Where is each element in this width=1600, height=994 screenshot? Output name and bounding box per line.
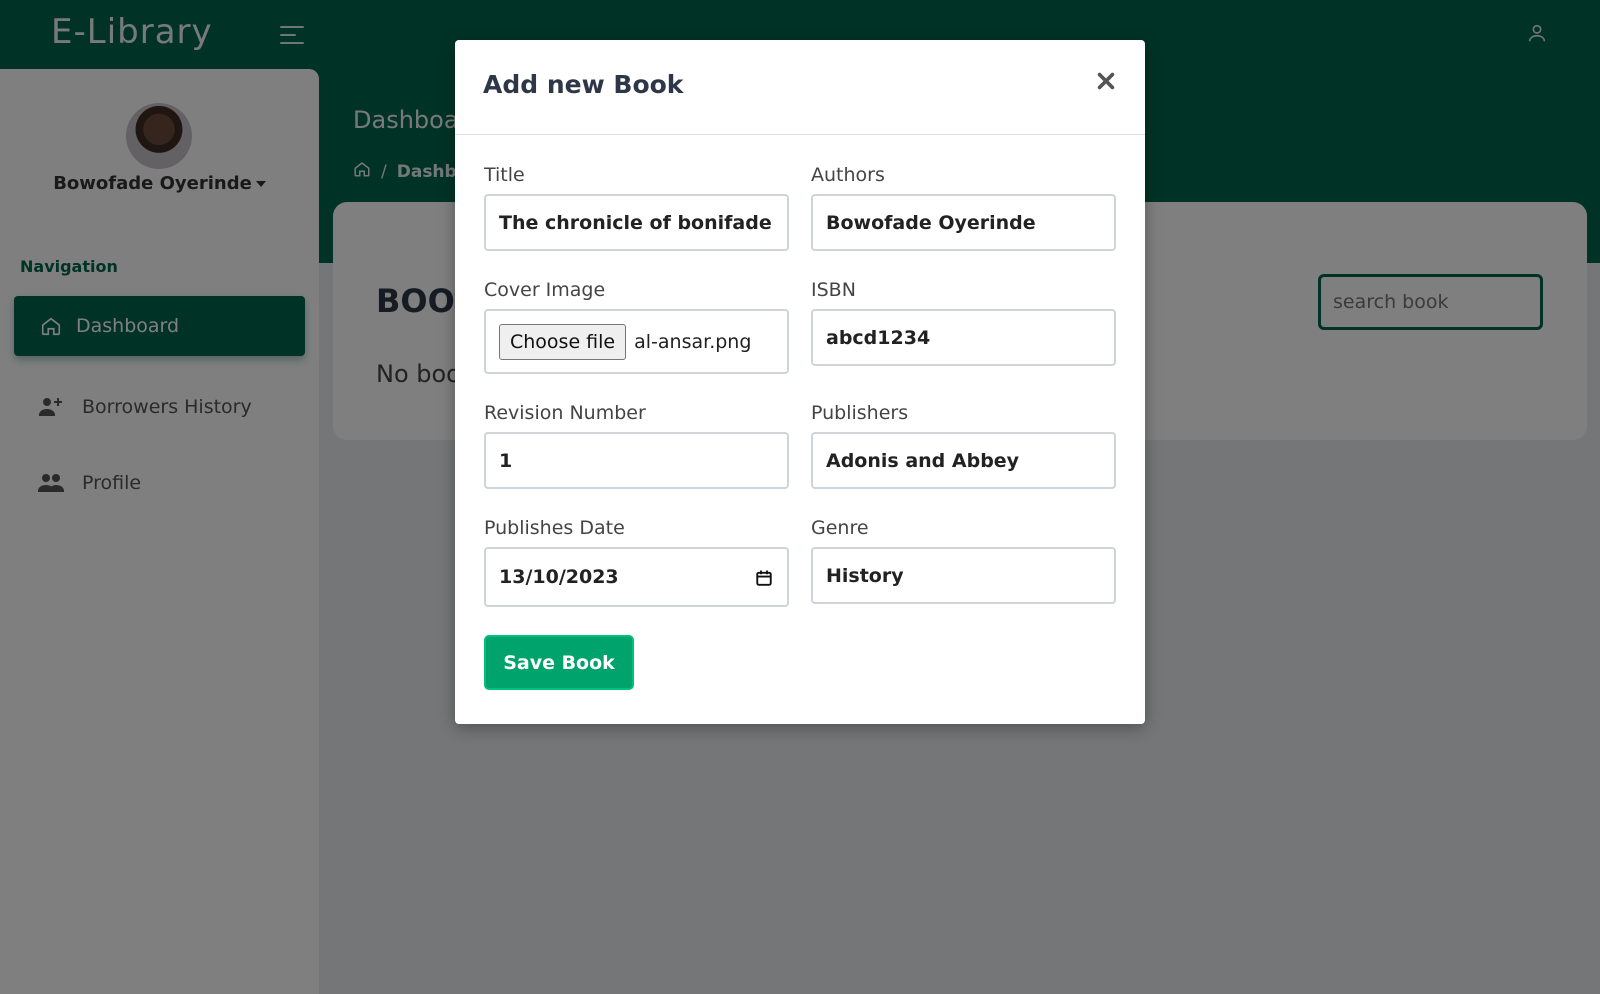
date-field-group: Publishes Date 13/10/2023 bbox=[484, 517, 789, 607]
title-label: Title bbox=[484, 164, 525, 186]
date-label: Publishes Date bbox=[484, 517, 625, 539]
save-book-button[interactable]: Save Book bbox=[484, 635, 634, 690]
cover-image-input[interactable]: Choose file al-ansar.png bbox=[484, 309, 789, 374]
cover-image-label: Cover Image bbox=[484, 279, 606, 301]
authors-label: Authors bbox=[811, 164, 885, 186]
publishers-input[interactable]: Adonis and Abbey bbox=[811, 432, 1116, 489]
genre-label: Genre bbox=[811, 517, 869, 539]
file-name: al-ansar.png bbox=[634, 330, 752, 353]
revision-field-group: Revision Number 1 bbox=[484, 402, 789, 489]
choose-file-button[interactable]: Choose file bbox=[499, 323, 627, 360]
authors-input[interactable]: Bowofade Oyerinde bbox=[811, 194, 1116, 251]
cover-image-field-group: Cover Image Choose file al-ansar.png bbox=[484, 279, 789, 374]
revision-label: Revision Number bbox=[484, 402, 646, 424]
publishers-field-group: Publishers Adonis and Abbey bbox=[811, 402, 1116, 489]
genre-value: History bbox=[826, 564, 904, 587]
revision-value: 1 bbox=[499, 449, 513, 472]
close-icon[interactable] bbox=[1095, 70, 1121, 96]
title-input[interactable]: The chronicle of bonifade bbox=[484, 194, 789, 251]
publishers-label: Publishers bbox=[811, 402, 909, 424]
date-input[interactable]: 13/10/2023 bbox=[484, 547, 789, 607]
publishers-value: Adonis and Abbey bbox=[826, 449, 1020, 472]
genre-input[interactable]: History bbox=[811, 547, 1116, 604]
authors-field-group: Authors Bowofade Oyerinde bbox=[811, 164, 1116, 251]
isbn-field-group: ISBN abcd1234 bbox=[811, 279, 1116, 366]
title-field-group: Title The chronicle of bonifade bbox=[484, 164, 789, 251]
genre-field-group: Genre History bbox=[811, 517, 1116, 604]
title-value: The chronicle of bonifade bbox=[499, 211, 772, 234]
isbn-value: abcd1234 bbox=[826, 326, 931, 349]
modal-title: Add new Book bbox=[483, 70, 684, 99]
authors-value: Bowofade Oyerinde bbox=[826, 211, 1036, 234]
revision-input[interactable]: 1 bbox=[484, 432, 789, 489]
add-book-modal: Add new Book Title The chronicle of boni… bbox=[455, 40, 1145, 724]
calendar-icon[interactable] bbox=[755, 569, 773, 592]
isbn-input[interactable]: abcd1234 bbox=[811, 309, 1116, 366]
modal-header: Add new Book bbox=[455, 40, 1145, 135]
isbn-label: ISBN bbox=[811, 279, 856, 301]
date-value: 13/10/2023 bbox=[499, 566, 619, 588]
